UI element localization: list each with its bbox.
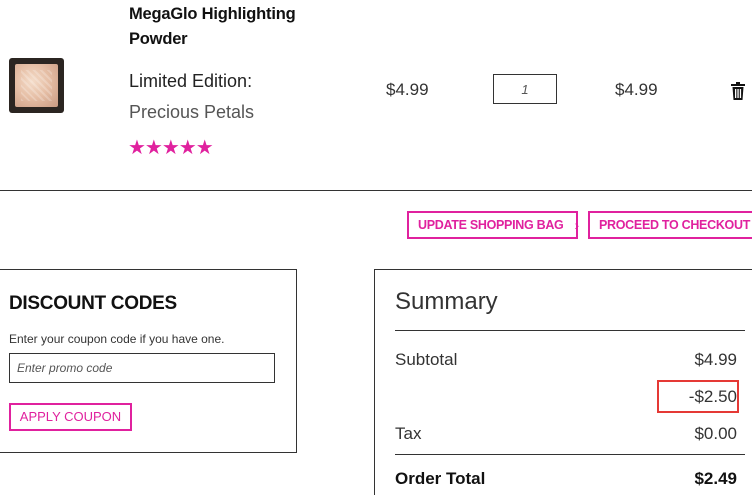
cart-item-row: MegaGlo Highlighting Powder Limited Edit… [0,0,752,190]
variant-label: Limited Edition: [129,71,253,91]
order-summary-panel: Summary Subtotal $4.99 -$2.50 Tax $0.00 … [374,269,752,495]
tax-value: $0.00 [694,424,737,443]
line-total: $4.99 [615,80,658,99]
unit-price: $4.99 [386,80,429,99]
variant-value: Precious Petals [129,102,255,122]
rating-stars: ★★★★★ [128,137,214,159]
trash-icon[interactable] [730,82,746,100]
quantity-input[interactable] [493,74,557,104]
chevron-right-icon: › [574,217,579,233]
apply-coupon-button[interactable]: APPLY COUPON [9,403,132,431]
discount-help-text: Enter your coupon code if you have one. [9,332,225,346]
update-shopping-bag-label: UPDATE SHOPPING BAG [418,218,564,232]
promo-code-input[interactable] [9,353,275,383]
tax-label: Tax [395,424,422,443]
subtotal-value: $4.99 [694,350,737,369]
product-thumbnail[interactable] [9,58,64,113]
summary-title: Summary [395,288,498,315]
update-shopping-bag-button[interactable]: UPDATE SHOPPING BAG › [407,211,579,239]
order-total-value: $2.49 [694,469,737,488]
summary-divider [395,454,745,455]
discount-codes-title: DISCOUNT CODES [9,293,177,314]
subtotal-label: Subtotal [395,350,458,369]
discount-codes-panel: DISCOUNT CODES Enter your coupon code if… [0,269,297,453]
section-divider [0,190,752,191]
order-total-label: Order Total [395,469,486,488]
proceed-to-checkout-label: PROCEED TO CHECKOUT [599,218,751,232]
discount-highlight-box [657,380,739,413]
product-name[interactable]: MegaGlo Highlighting Powder [129,2,319,52]
summary-divider [395,330,745,331]
proceed-to-checkout-button[interactable]: PROCEED TO CHECKOUT › [588,211,752,239]
